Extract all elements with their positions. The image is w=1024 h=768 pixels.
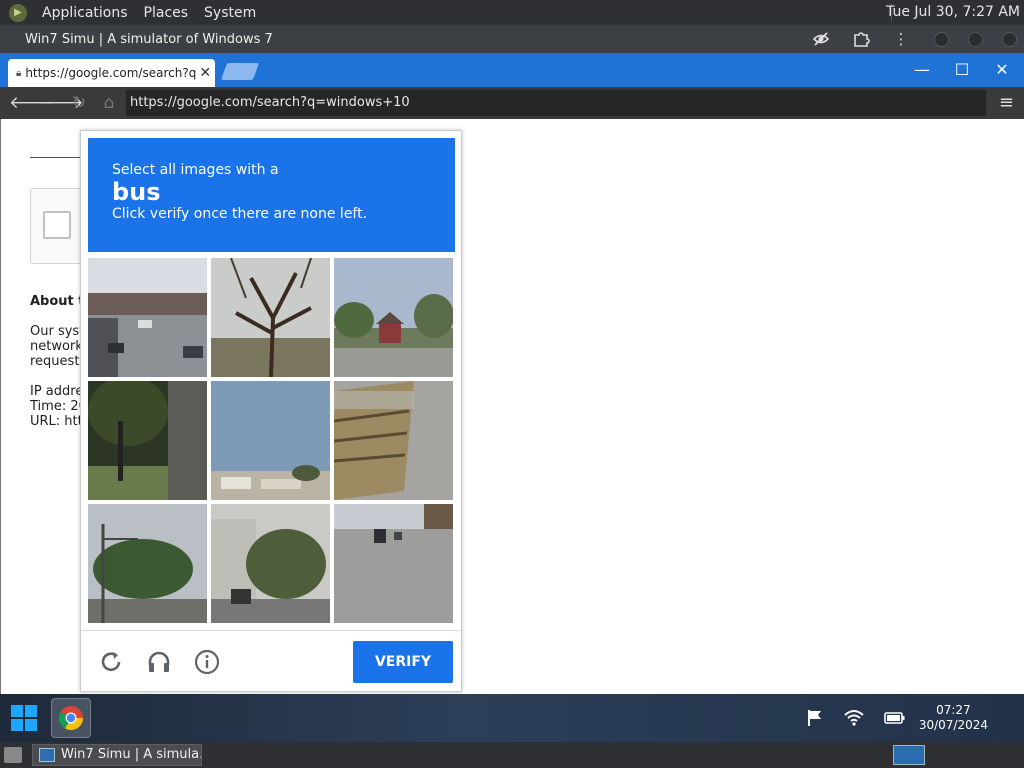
forward-arrow-icon[interactable]: 🡒 bbox=[38, 92, 84, 114]
challenge-header: Select all images with a bus Click verif… bbox=[88, 138, 455, 252]
taskbar-clock[interactable]: 07:27 30/07/2024 bbox=[919, 703, 988, 733]
address-bar[interactable]: https://google.com/search?q=windows+10 bbox=[126, 90, 986, 116]
kebab-menu-icon[interactable]: ⋮ bbox=[892, 30, 910, 48]
panel-clock[interactable]: Tue Jul 30, 7:27 AM bbox=[886, 4, 1020, 20]
workspace-switcher[interactable] bbox=[893, 745, 925, 765]
gnome-bottom-panel: Win7 Simu | A simula... bbox=[0, 742, 1024, 768]
reload-icon[interactable]: ↻ bbox=[68, 92, 90, 114]
challenge-instruction: Select all images with a bbox=[112, 162, 279, 178]
wifi-icon[interactable] bbox=[843, 708, 865, 728]
battery-icon[interactable] bbox=[884, 708, 906, 728]
maximize-icon[interactable]: ☐ bbox=[951, 59, 973, 81]
challenge-footer: VERIFY bbox=[81, 630, 461, 692]
back-arrow-icon[interactable]: 🡐 bbox=[9, 92, 55, 114]
image-grid bbox=[88, 258, 455, 624]
image-tile-street-cars[interactable] bbox=[334, 504, 453, 623]
tab-title: https://google.com/search?q=windows+10 bbox=[25, 66, 197, 80]
image-tile-sky-buildings[interactable] bbox=[211, 381, 330, 500]
puzzle-extension-icon[interactable] bbox=[852, 30, 870, 48]
sim-minimize-button[interactable] bbox=[934, 32, 949, 47]
hamburger-menu-icon[interactable]: ≡ bbox=[999, 92, 1014, 113]
image-tile-suburban-house[interactable] bbox=[334, 258, 453, 377]
image-tile-wall-plants[interactable] bbox=[211, 504, 330, 623]
minimize-icon[interactable]: — bbox=[911, 59, 933, 81]
flag-icon[interactable] bbox=[804, 708, 826, 728]
recaptcha-challenge: Select all images with a bus Click verif… bbox=[80, 130, 462, 692]
body-line-2: network. bbox=[30, 339, 87, 354]
windows-taskbar: 07:27 30/07/2024 bbox=[0, 694, 1024, 742]
chrome-icon bbox=[58, 706, 83, 731]
info-icon[interactable] bbox=[194, 649, 220, 675]
image-tile-school-bus[interactable] bbox=[334, 381, 453, 500]
new-tab-button[interactable] bbox=[220, 63, 260, 80]
close-icon[interactable]: ✕ bbox=[991, 59, 1013, 81]
taskbar-date: 30/07/2024 bbox=[918, 718, 988, 732]
verify-button[interactable]: VERIFY bbox=[353, 641, 453, 683]
headphones-icon[interactable] bbox=[146, 649, 172, 675]
menu-applications[interactable]: Applications bbox=[34, 5, 136, 21]
window-list-item[interactable]: Win7 Simu | A simula... bbox=[32, 744, 202, 766]
image-tile-tree-streetlight[interactable] bbox=[88, 504, 207, 623]
body-line-3: requests bbox=[30, 354, 87, 369]
recaptcha-checkbox[interactable] bbox=[43, 211, 71, 239]
reload-icon[interactable] bbox=[98, 649, 124, 675]
image-tile-overpass[interactable] bbox=[88, 258, 207, 377]
windows-start-icon[interactable] bbox=[10, 704, 38, 732]
image-tile-dark-trees[interactable] bbox=[88, 381, 207, 500]
menu-places[interactable]: Places bbox=[136, 5, 197, 21]
eye-slash-icon[interactable] bbox=[812, 30, 830, 48]
show-desktop-icon[interactable] bbox=[4, 747, 22, 763]
sim-maximize-button[interactable] bbox=[968, 32, 983, 47]
window-list-label: Win7 Simu | A simula... bbox=[61, 747, 202, 762]
menu-system[interactable]: System bbox=[196, 5, 264, 21]
browser-navbar: 🡐 🡒 ↻ ⌂ https://google.com/search?q=wind… bbox=[0, 87, 1024, 119]
simulator-title: Win7 Simu | A simulator of Windows 7 bbox=[25, 32, 273, 47]
tab-close-icon[interactable]: ✕ bbox=[199, 65, 211, 81]
challenge-subtext: Click verify once there are none left. bbox=[112, 206, 368, 222]
gnome-top-panel: ▶ Applications Places System Tue Jul 30,… bbox=[0, 0, 1024, 25]
browser-tabbar: 🔒︎ https://google.com/search?q=windows+1… bbox=[0, 53, 1024, 87]
image-tile-bare-tree[interactable] bbox=[211, 258, 330, 377]
browser-tab-active[interactable]: 🔒︎ https://google.com/search?q=windows+1… bbox=[8, 59, 215, 87]
simulator-titlebar: Win7 Simu | A simulator of Windows 7 ⋮ bbox=[0, 25, 1024, 53]
taskbar-time: 07:27 bbox=[936, 703, 971, 717]
challenge-target: bus bbox=[112, 178, 161, 206]
home-icon[interactable]: ⌂ bbox=[98, 92, 120, 114]
gnome-logo-icon[interactable]: ▶ bbox=[9, 3, 27, 22]
sim-close-button[interactable] bbox=[1002, 32, 1017, 47]
chrome-taskbar-button[interactable] bbox=[51, 698, 91, 738]
window-app-icon bbox=[39, 748, 55, 762]
lock-icon: 🔒︎ bbox=[16, 67, 22, 79]
info-line-time: Time: 20 bbox=[30, 399, 87, 414]
